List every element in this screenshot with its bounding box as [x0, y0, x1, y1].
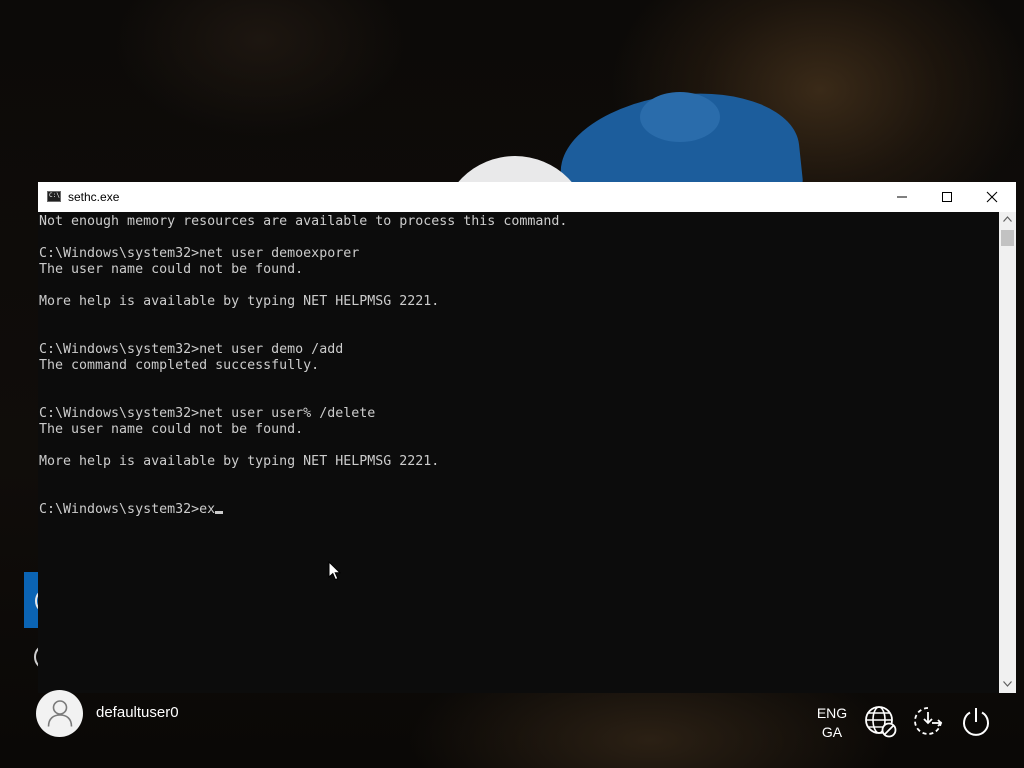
minimize-icon: [897, 196, 907, 198]
close-button[interactable]: [969, 182, 1015, 212]
text-cursor: [215, 511, 224, 514]
language-code: ENG: [816, 705, 848, 721]
console-line: C:\Windows\system32>net user demo /add: [39, 342, 344, 357]
window-title: sethc.exe: [68, 190, 120, 204]
keyboard-layout-code: GA: [821, 724, 843, 740]
minimize-button[interactable]: [879, 182, 925, 212]
console-line: More help is available by typing NET HEL…: [39, 454, 440, 469]
ease-of-access-icon[interactable]: [911, 705, 945, 739]
user-name: defaultuser0: [96, 704, 179, 721]
scroll-down-arrow-icon[interactable]: [1003, 681, 1012, 687]
console-line: Not enough memory resources are availabl…: [39, 214, 568, 229]
language-indicator[interactable]: ENG GA: [812, 704, 852, 742]
background-blue-shape-highlight: [640, 92, 720, 142]
scroll-up-arrow-icon[interactable]: [1003, 216, 1012, 222]
console-line: C:\Windows\system32>net user user% /dele…: [39, 406, 376, 421]
console-line: More help is available by typing NET HEL…: [39, 294, 440, 309]
vertical-scrollbar[interactable]: [999, 212, 1016, 693]
maximize-icon: [942, 192, 952, 202]
close-icon: [986, 191, 998, 203]
title-bar[interactable]: sethc.exe: [38, 182, 1016, 212]
scrollbar-thumb[interactable]: [1001, 230, 1014, 246]
console-line: The user name could not be found.: [39, 422, 304, 437]
console-line: The command completed successfully.: [39, 358, 320, 373]
console-app-icon[interactable]: [47, 191, 61, 202]
console-line: The user name could not be found.: [39, 262, 304, 277]
maximize-button[interactable]: [924, 182, 970, 212]
user-avatar[interactable]: [36, 690, 83, 737]
power-icon[interactable]: [960, 705, 992, 739]
console-line: C:\Windows\system32>net user demoexporer: [39, 246, 360, 261]
console-output[interactable]: Not enough memory resources are availabl…: [39, 214, 997, 692]
user-avatar-icon: [47, 700, 73, 727]
network-icon[interactable]: [864, 705, 898, 739]
mouse-pointer-icon: [328, 561, 342, 581]
console-line: C:\Windows\system32>ex: [39, 502, 997, 518]
console-window[interactable]: sethc.exe Not enough memory resources ar…: [38, 182, 1016, 693]
